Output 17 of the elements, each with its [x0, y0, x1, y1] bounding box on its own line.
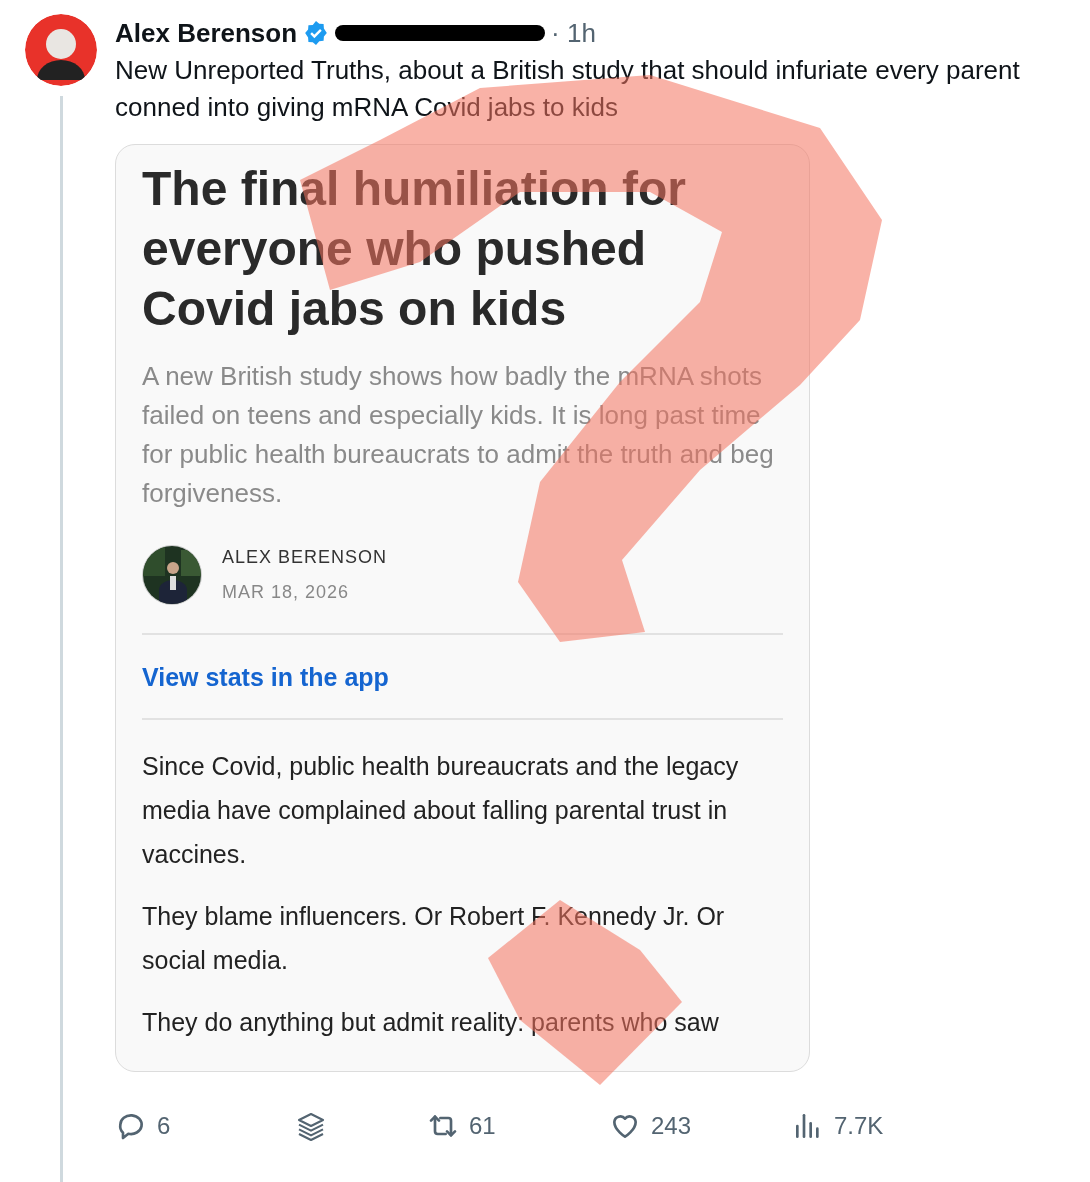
- article-card[interactable]: [115, 144, 810, 1072]
- article-headline: The final humiliation for everyone who pushed Covid jabs on kids: [142, 161, 687, 337]
- action-count: 243: [651, 1112, 692, 1140]
- article-paragraph: Since Covid, public health bureaucrats and the legacy media have complained about falling parental trust in vaccines.: [142, 751, 740, 870]
- byline-author: ALEX BERENSON: [222, 547, 388, 568]
- view-stats-link[interactable]: View stats in the app: [142, 663, 389, 692]
- article-paragraph: They blame influencers. Or Robert F. Kennedy Jr. Or social media.: [142, 901, 726, 976]
- post-text: New Unreported Truths, about a British study that should infuriate every parent conned into giving mRNA Covid jabs to kids: [115, 54, 1021, 124]
- action-count: 6: [157, 1112, 171, 1140]
- author-name[interactable]: Alex Berenson: [115, 17, 298, 49]
- action-count: 7.7K: [834, 1112, 884, 1140]
- layers-icon[interactable]: [295, 1110, 327, 1142]
- action-count: 61: [469, 1112, 496, 1140]
- timestamp[interactable]: · 1h: [551, 17, 596, 49]
- avatar[interactable]: [25, 14, 97, 86]
- byline-date: MAR 18, 2026: [222, 582, 351, 603]
- article-paragraph: They do anything but admit reality: parents who saw: [142, 1007, 720, 1038]
